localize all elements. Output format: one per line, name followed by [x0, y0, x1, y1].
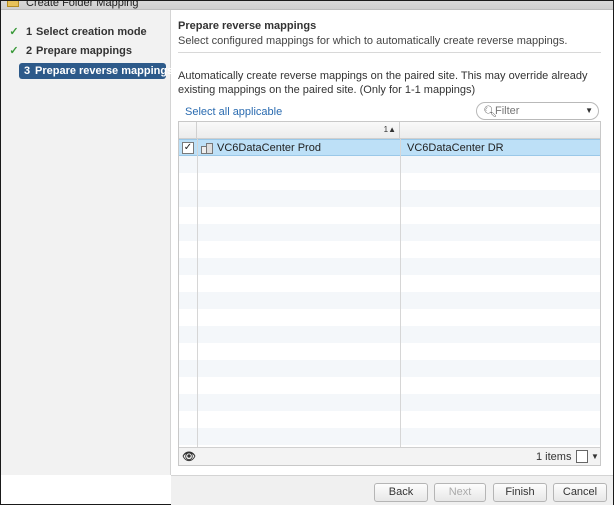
window-title: Create Folder Mapping: [26, 1, 139, 9]
empty-row: [179, 377, 600, 394]
remote-mapping-cell: VC6DataCenter DR: [407, 142, 504, 154]
checkbox-column-header: [179, 122, 197, 139]
create-folder-mapping-dialog: Create Folder Mapping ✓ 1 Select creatio…: [0, 0, 614, 505]
local-mapping-cell: VC6DataCenter Prod: [217, 142, 321, 154]
check-icon: ✓: [9, 45, 19, 57]
cancel-button[interactable]: Cancel: [553, 483, 607, 502]
wizard-steps: ✓ 1 Select creation mode ✓ 2 Prepare map…: [1, 10, 173, 475]
filter-input[interactable]: [495, 104, 580, 118]
empty-row: [179, 241, 600, 258]
step-label: Select creation mode: [36, 26, 147, 38]
export-icon[interactable]: [576, 450, 588, 463]
empty-row: [179, 190, 600, 207]
grid-footer: 👁︎ 1 items ▼: [179, 447, 600, 465]
step-number: 2: [26, 45, 33, 57]
chevron-down-icon[interactable]: ▼: [591, 452, 599, 461]
divider: [178, 52, 601, 53]
sort-indicator: 1▲: [383, 125, 396, 134]
empty-row: [179, 207, 600, 224]
empty-row: [179, 173, 600, 190]
description-text: Automatically create reverse mappings on…: [178, 70, 588, 96]
step-number: 1: [26, 26, 33, 38]
step-prepare-reverse-mappings[interactable]: 3 Prepare reverse mappings: [19, 63, 173, 79]
grid-rows: ✓ VC6DataCenter Prod VC6DataCenter DR: [179, 139, 600, 447]
table-row[interactable]: ✓ VC6DataCenter Prod VC6DataCenter DR: [179, 139, 600, 156]
button-bar: Back Next Finish Cancel: [171, 475, 613, 505]
datacenter-icon: [201, 143, 213, 154]
empty-row: [179, 360, 600, 377]
step-number: 3: [24, 65, 31, 77]
back-button[interactable]: Back: [374, 483, 428, 502]
empty-row: [179, 275, 600, 292]
check-icon: ✓: [9, 26, 19, 38]
title-bar: Create Folder Mapping: [1, 1, 613, 10]
next-button[interactable]: Next: [434, 483, 486, 502]
empty-row: [179, 309, 600, 326]
item-count: 1 items: [536, 451, 572, 463]
empty-row: [179, 292, 600, 309]
empty-row: [179, 258, 600, 275]
chevron-down-icon[interactable]: ▼: [585, 106, 593, 115]
select-all-applicable-link[interactable]: Select all applicable: [185, 106, 282, 118]
column-divider: [197, 139, 198, 447]
mappings-grid: 1▲ ✓ VC6DataCenter Prod VC6DataCenter DR: [178, 121, 601, 466]
empty-row: [179, 156, 600, 173]
page-subtitle: Select configured mappings for which to …: [178, 35, 568, 47]
binoculars-icon[interactable]: 👁︎: [182, 450, 196, 463]
step-label: Prepare reverse mappings: [35, 65, 174, 77]
empty-row: [179, 326, 600, 343]
column-divider: [400, 139, 401, 447]
empty-row: [179, 343, 600, 360]
empty-row: [179, 224, 600, 241]
folder-icon: [7, 1, 19, 7]
local-column-header[interactable]: 1▲: [197, 122, 400, 139]
remote-column-header[interactable]: [401, 122, 600, 139]
step-select-creation-mode[interactable]: ✓ 1 Select creation mode: [5, 24, 167, 40]
empty-row: [179, 411, 600, 428]
empty-row: [179, 428, 600, 445]
filter-box[interactable]: 🔍︎ ▼: [476, 102, 599, 120]
empty-row: [179, 394, 600, 411]
grid-header: 1▲: [179, 122, 600, 139]
step-label: Prepare mappings: [36, 45, 132, 57]
page-title: Prepare reverse mappings: [178, 20, 317, 32]
row-checkbox[interactable]: ✓: [182, 142, 194, 154]
finish-button[interactable]: Finish: [493, 483, 547, 502]
step-prepare-mappings[interactable]: ✓ 2 Prepare mappings: [5, 43, 167, 59]
